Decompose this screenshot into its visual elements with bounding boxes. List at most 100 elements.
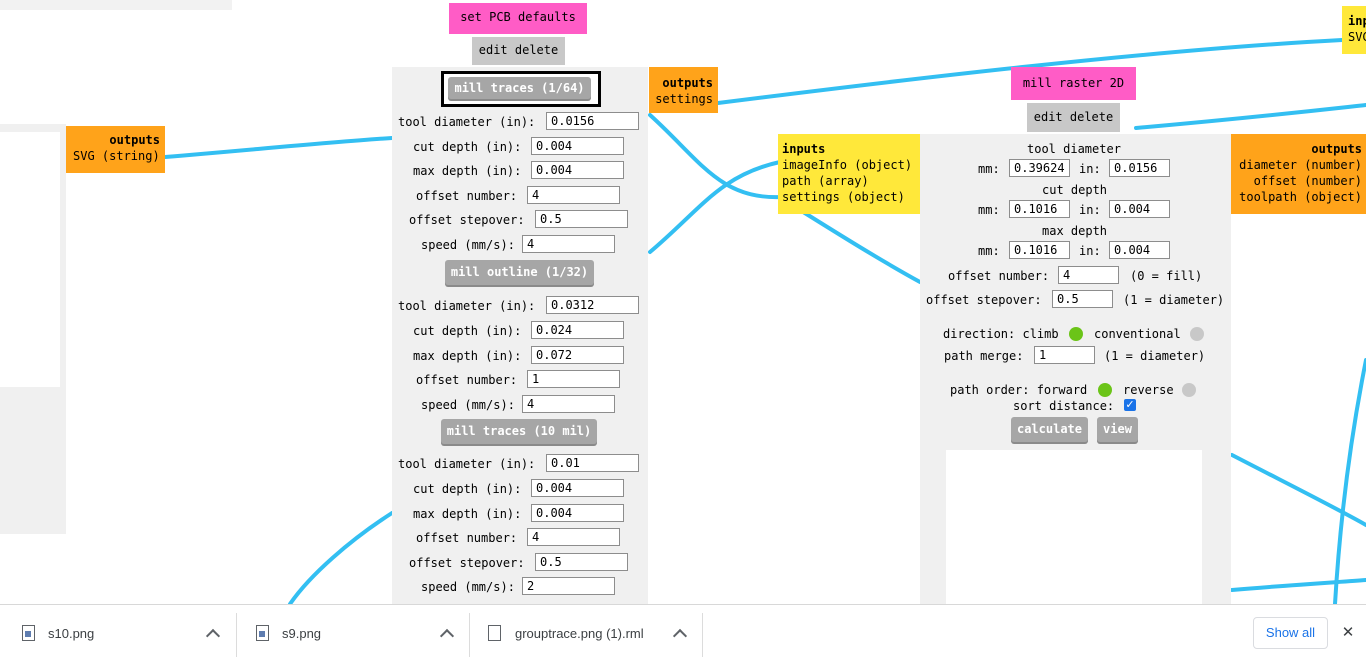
offset-number-input[interactable]: 4 (1058, 266, 1119, 284)
offset-stepover-input[interactable]: 0.5 (535, 210, 628, 228)
tool-diameter-in-input[interactable]: 0.0156 (1109, 159, 1170, 177)
input-imageinfo[interactable]: imageInfo (object) (778, 157, 920, 173)
mill-raster-title[interactable]: mill raster 2D (1011, 67, 1136, 100)
mm-label: mm: (978, 162, 1000, 176)
mill-traces-10mil-button[interactable]: mill traces (10 mil) (441, 419, 597, 444)
divider (702, 613, 703, 657)
mill-raster-outputs[interactable]: outputs diameter (number) offset (number… (1231, 134, 1366, 214)
forward-radio[interactable] (1098, 383, 1112, 397)
cut-depth-in-input[interactable]: 0.004 (1109, 200, 1170, 218)
max-depth-label: max depth (in): (413, 164, 522, 178)
mm-label: mm: (978, 244, 1000, 258)
wire-upper-right (1134, 103, 1366, 130)
reverse-radio[interactable] (1182, 383, 1196, 397)
max-depth-heading: max depth (1042, 224, 1108, 238)
cut-depth-input[interactable]: 0.004 (531, 137, 624, 155)
mill-outline-132-button[interactable]: mill outline (1/32) (445, 260, 594, 285)
tool-diameter-label: tool diameter (in): (398, 115, 536, 129)
climb-radio[interactable] (1069, 327, 1083, 341)
offset-number-label: offset number: (416, 189, 518, 203)
toolpath-preview (946, 450, 1202, 604)
outputs-title: outputs (662, 76, 713, 90)
offset-number-input[interactable]: 4 (527, 528, 620, 546)
inputs-title-fragment: inp (1348, 14, 1366, 28)
download-filename: grouptrace.png (1).rml (515, 626, 644, 641)
path-merge-label: path merge: (944, 349, 1024, 363)
chevron-up-icon[interactable] (205, 628, 221, 644)
max-depth-mm-input[interactable]: 0.1016 (1009, 241, 1070, 259)
download-item-grouptrace[interactable]: grouptrace.png (1).rml (470, 605, 702, 664)
mill-raster-inputs[interactable]: inputs imageInfo (object) path (array) s… (778, 134, 920, 214)
chevron-up-icon[interactable] (672, 628, 688, 644)
input-path[interactable]: path (array) (778, 173, 920, 189)
mm-label: mm: (978, 203, 1000, 217)
right-edge-inputs[interactable]: inp SVG (1342, 6, 1366, 54)
mill-traces-164-button[interactable]: mill traces (1/64) (448, 77, 591, 99)
left-node-outputs[interactable]: outputs SVG (string) (66, 126, 165, 173)
in-label: in: (1079, 162, 1101, 176)
output-offset[interactable]: offset (number) (1231, 173, 1366, 189)
show-all-button[interactable]: Show all (1253, 617, 1328, 649)
outputs-line: SVG (string) (73, 149, 160, 163)
cut-depth-input[interactable]: 0.004 (531, 479, 624, 497)
document-file-icon (488, 625, 501, 641)
mill-raster-actions[interactable]: edit delete (1027, 103, 1120, 132)
speed-input[interactable]: 4 (522, 395, 615, 413)
speed-label: speed (mm/s): (421, 398, 515, 412)
pcb-defaults-outputs[interactable]: outputs settings (649, 67, 718, 113)
offset-number-hint: (0 = fill) (1130, 269, 1203, 283)
download-item-s9[interactable]: s9.png (237, 605, 469, 664)
tool-diameter-input[interactable]: 0.0156 (546, 112, 639, 130)
wire-raster-in (798, 208, 922, 284)
offset-stepover-hint: (1 = diameter) (1123, 293, 1225, 307)
tool-diameter-label: tool diameter (in): (398, 457, 536, 471)
max-depth-label: max depth (in): (413, 507, 522, 521)
chevron-up-icon[interactable] (439, 628, 455, 644)
wire-settings-to-raster (648, 113, 784, 200)
wire-svg-to-pcb (163, 136, 394, 159)
downloads-bar: s10.png s9.png grouptrace.png (1).rml Sh… (0, 604, 1366, 664)
offset-stepover-label: offset stepover: (409, 213, 525, 227)
pcb-defaults-actions[interactable]: edit delete (472, 37, 565, 65)
view-button[interactable]: view (1097, 417, 1138, 442)
sort-distance-checkbox[interactable]: ✓ (1124, 399, 1136, 411)
offset-stepover-input[interactable]: 0.5 (1052, 290, 1113, 308)
max-depth-input[interactable]: 0.004 (531, 504, 624, 522)
inputs-title: inputs (782, 142, 826, 156)
download-item-s10[interactable]: s10.png (0, 605, 236, 664)
tool-diameter-heading: tool diameter (1027, 142, 1121, 156)
cut-depth-label: cut depth (in): (413, 482, 522, 496)
close-icon[interactable]: ✕ (1340, 623, 1356, 641)
conventional-radio[interactable] (1190, 327, 1204, 341)
cut-depth-input[interactable]: 0.024 (531, 321, 624, 339)
speed-input[interactable]: 4 (522, 235, 615, 253)
output-toolpath[interactable]: toolpath (object) (1231, 189, 1366, 205)
tool-diameter-mm-input[interactable]: 0.39624 (1009, 159, 1070, 177)
speed-input[interactable]: 2 (522, 577, 615, 595)
offset-stepover-input[interactable]: 0.5 (535, 553, 628, 571)
inputs-line-fragment: SVG (1348, 30, 1366, 44)
offset-number-input[interactable]: 1 (527, 370, 620, 388)
max-depth-input[interactable]: 0.072 (531, 346, 624, 364)
tool-diameter-input[interactable]: 0.01 (546, 454, 639, 472)
speed-label: speed (mm/s): (421, 238, 515, 252)
path-merge-input[interactable]: 1 (1034, 346, 1095, 364)
max-depth-input[interactable]: 0.004 (531, 161, 624, 179)
offset-number-label: offset number: (416, 531, 518, 545)
reverse-label: reverse (1123, 383, 1174, 397)
wire-right-vertical (1333, 358, 1366, 604)
pcb-defaults-title[interactable]: set PCB defaults (449, 3, 587, 34)
top-left-strip (0, 0, 232, 10)
calculate-button[interactable]: calculate (1011, 417, 1088, 442)
input-settings[interactable]: settings (object) (778, 189, 920, 205)
tool-diameter-input[interactable]: 0.0312 (546, 296, 639, 314)
outputs-line: settings (655, 92, 713, 106)
max-depth-in-input[interactable]: 0.004 (1109, 241, 1170, 259)
offset-number-input[interactable]: 4 (527, 186, 620, 204)
cut-depth-label: cut depth (in): (413, 324, 522, 338)
cut-depth-mm-input[interactable]: 0.1016 (1009, 200, 1070, 218)
output-diameter[interactable]: diameter (number) (1231, 157, 1366, 173)
download-filename: s10.png (48, 626, 95, 641)
offset-number-label: offset number: (416, 373, 518, 387)
left-node-inner (0, 132, 60, 387)
